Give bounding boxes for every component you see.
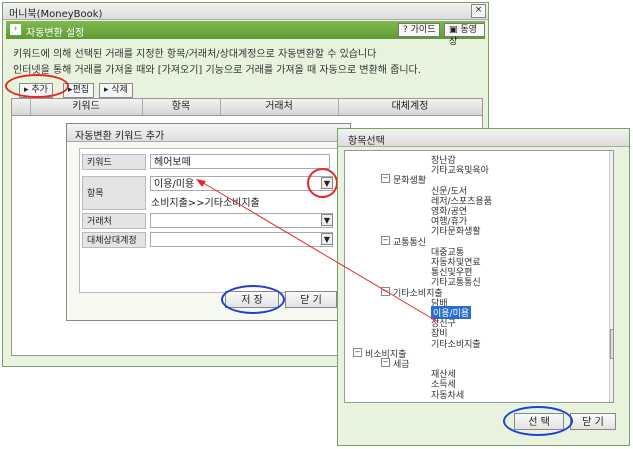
annotation-arrow — [196, 179, 439, 323]
arrow-line — [199, 180, 439, 323]
arrow-head — [196, 179, 206, 187]
